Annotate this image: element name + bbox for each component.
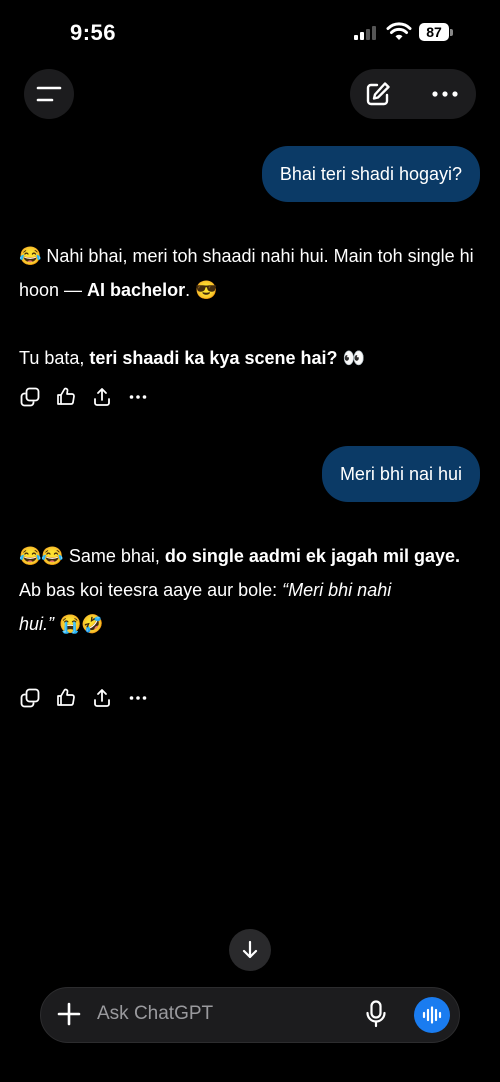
- feedback-button[interactable]: [55, 687, 77, 709]
- message-actions: [19, 386, 163, 408]
- copy-button[interactable]: [19, 386, 41, 408]
- thumbs-icon: [57, 387, 75, 405]
- assistant-text: Tu bata,: [19, 348, 90, 368]
- assistant-message: 😂 Nahi bhai, meri toh shaadi nahi hui. M…: [19, 239, 479, 375]
- assistant-message: 😂😂 Same bhai, do single aadmi ek jagah m…: [19, 539, 479, 641]
- message-more-button[interactable]: [127, 386, 149, 408]
- more-options-button[interactable]: [420, 72, 470, 116]
- wifi-icon: [386, 22, 412, 47]
- battery-icon: 87: [419, 23, 449, 41]
- ask-input[interactable]: [97, 1000, 337, 1028]
- copy-icon: [20, 387, 40, 407]
- assistant-text: Ab bas koi teesra aaye aur bole:: [19, 580, 283, 600]
- share-button[interactable]: [91, 386, 113, 408]
- menu-icon: [36, 86, 62, 102]
- assistant-bold-text: do single aadmi ek jagah mil gaye.: [164, 546, 460, 566]
- assistant-text: . 😎: [185, 280, 218, 300]
- assistant-paragraph: Ab bas koi teesra aaye aur bole: “Meri b…: [19, 573, 419, 641]
- new-chat-edit-icon: [366, 82, 390, 106]
- attach-button[interactable]: [56, 1001, 82, 1027]
- assistant-text: 😭🤣: [54, 614, 104, 634]
- menu-button[interactable]: [24, 69, 74, 119]
- share-icon: [94, 689, 110, 707]
- user-message-bubble[interactable]: Bhai teri shadi hogayi?: [261, 146, 480, 202]
- status-time: 9:56: [70, 20, 117, 45]
- message-more-button[interactable]: [127, 687, 149, 709]
- arrow-down-icon: [242, 940, 258, 959]
- assistant-bold-text: AI bachelor: [87, 280, 186, 300]
- copy-button[interactable]: [19, 687, 41, 709]
- user-message-bubble[interactable]: Meri bhi nai hui: [321, 446, 480, 502]
- dictate-button[interactable]: [363, 999, 389, 1029]
- share-button[interactable]: [91, 687, 113, 709]
- assistant-text: 😂😂 Same bhai,: [19, 546, 165, 566]
- assistant-bold-text: teri shaadi ka kya scene hai? 👀: [89, 348, 365, 368]
- copy-icon: [20, 688, 40, 708]
- microphone-icon: [366, 1000, 386, 1028]
- more-options-icon: [432, 91, 458, 97]
- more-icon: [129, 395, 147, 399]
- battery-tip: [450, 29, 453, 36]
- feedback-button[interactable]: [55, 386, 77, 408]
- voice-waveform-icon: [422, 1006, 442, 1024]
- plus-icon: [57, 1002, 81, 1026]
- assistant-paragraph: Tu bata, teri shaadi ka kya scene hai? 👀: [19, 341, 479, 375]
- share-icon: [94, 388, 110, 406]
- message-actions: [19, 687, 163, 709]
- assistant-paragraph: 😂😂 Same bhai, do single aadmi ek jagah m…: [19, 539, 479, 573]
- more-icon: [129, 696, 147, 700]
- voice-mode-button[interactable]: [414, 997, 450, 1033]
- cellular-signal-icon: [354, 26, 376, 40]
- thumbs-icon: [57, 688, 75, 706]
- assistant-paragraph: 😂 Nahi bhai, meri toh shaadi nahi hui. M…: [19, 239, 479, 307]
- new-chat-button[interactable]: [355, 72, 401, 116]
- scroll-to-bottom-button[interactable]: [229, 929, 271, 971]
